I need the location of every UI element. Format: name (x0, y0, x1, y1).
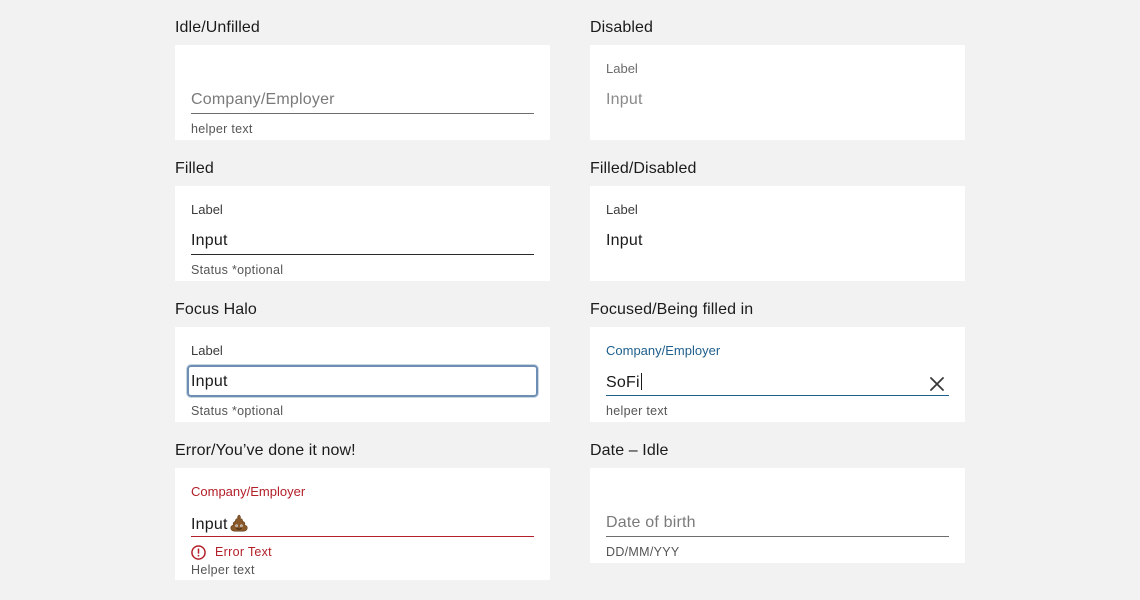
text-field-card: Label Input Status *optional (175, 186, 550, 281)
field-label: Label (606, 61, 638, 76)
company-employer-input[interactable]: Company/Employer (191, 91, 335, 109)
status-text: Status *optional (191, 404, 284, 418)
text-field-card: Company/Employer Input Error Text Helper… (175, 468, 550, 580)
date-of-birth-input[interactable]: Date of birth (606, 514, 696, 532)
section-title: Filled/Disabled (590, 160, 697, 177)
company-employer-input[interactable]: SoFi (606, 373, 642, 392)
field-label: Label (191, 343, 223, 358)
text-field-card: Company/Employer SoFi helper text (590, 327, 965, 422)
section-title: Filled (175, 160, 214, 177)
field-label: Label (191, 202, 223, 217)
text-input[interactable]: Input (191, 373, 228, 391)
text-caret (640, 373, 642, 390)
input-value: Input (191, 516, 228, 533)
section-title: Disabled (590, 19, 654, 36)
section-title: Focused/Being filled in (590, 301, 754, 318)
text-field-card: Label Input Status *optional (175, 327, 550, 422)
section-title: Focus Halo (175, 301, 257, 318)
section-title: Idle/Unfilled (175, 19, 260, 36)
input-value: SoFi (606, 374, 640, 391)
date-format-hint: DD/MM/YYY (606, 545, 680, 559)
helper-text: helper text (191, 122, 253, 136)
field-underline (191, 254, 534, 255)
focus-halo-ring (187, 365, 538, 397)
section-title: Date – Idle (590, 442, 669, 459)
field-underline (191, 113, 534, 114)
field-label: Company/Employer (606, 343, 721, 358)
disabled-input: Input (606, 232, 643, 249)
disabled-input: Input (606, 91, 643, 108)
alert-circle-icon (191, 545, 206, 560)
date-field-card: Date of birth DD/MM/YYY (590, 468, 965, 563)
helper-text: helper text (606, 404, 668, 418)
text-input[interactable]: Input (191, 232, 228, 250)
text-field-card: Company/Employer helper text (175, 45, 550, 140)
error-text: Error Text (215, 545, 272, 559)
field-label: Label (606, 202, 638, 217)
field-underline (606, 536, 949, 537)
section-title: Error/You’ve done it now! (175, 442, 356, 459)
status-text: Status *optional (191, 263, 284, 277)
text-input[interactable]: Input (191, 514, 249, 534)
text-field-card: Label Input (590, 45, 965, 140)
pile-of-poo-icon (229, 514, 248, 532)
text-field-card: Label Input (590, 186, 965, 281)
field-underline (606, 395, 949, 396)
helper-text: Helper text (191, 563, 255, 577)
field-label: Company/Employer (191, 484, 306, 499)
field-underline (191, 536, 534, 537)
close-icon[interactable] (928, 375, 946, 393)
